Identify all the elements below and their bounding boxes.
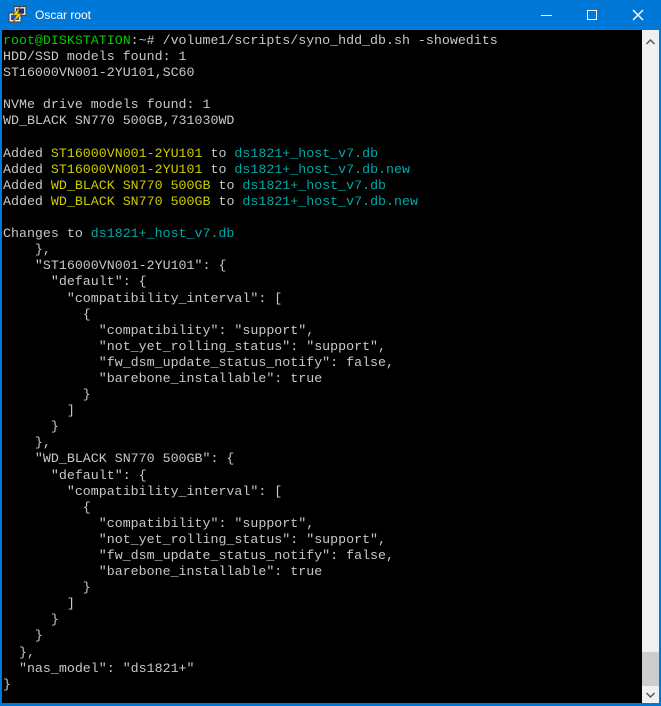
terminal-output[interactable]: root@DISKSTATION:~# /volume1/scripts/syn… bbox=[2, 30, 642, 703]
scrollbar-thumb[interactable] bbox=[642, 652, 659, 686]
terminal-line: "fw_dsm_update_status_notify": false, bbox=[3, 355, 642, 371]
terminal-line: "barebone_installable": true bbox=[3, 371, 642, 387]
terminal-line bbox=[3, 81, 642, 97]
terminal-line: }, bbox=[3, 435, 642, 451]
terminal-line: } bbox=[3, 419, 642, 435]
terminal-line: "ST16000VN001-2YU101": { bbox=[3, 258, 642, 274]
terminal-line: "compatibility": "support", bbox=[3, 516, 642, 532]
terminal-line: } bbox=[3, 677, 642, 693]
terminal-line: Added WD_BLACK SN770 500GB to ds1821+_ho… bbox=[3, 194, 642, 210]
terminal-line: ] bbox=[3, 403, 642, 419]
terminal-line bbox=[3, 130, 642, 146]
terminal-line: } bbox=[3, 580, 642, 596]
terminal-line bbox=[3, 210, 642, 226]
terminal-line: "compatibility_interval": [ bbox=[3, 484, 642, 500]
terminal-line: Added ST16000VN001-2YU101 to ds1821+_hos… bbox=[3, 146, 642, 162]
putty-window: Oscar root root@DISKSTATION:~# /volume1/… bbox=[0, 0, 661, 706]
terminal-line: HDD/SSD models found: 1 bbox=[3, 49, 642, 65]
terminal-line: }, bbox=[3, 242, 642, 258]
chevron-up-icon bbox=[646, 39, 655, 45]
chevron-down-icon bbox=[646, 692, 655, 698]
putty-app-icon[interactable] bbox=[8, 5, 28, 25]
close-icon bbox=[632, 9, 644, 21]
terminal-line: Changes to ds1821+_host_v7.db bbox=[3, 226, 642, 242]
terminal-line: "not_yet_rolling_status": "support", bbox=[3, 339, 642, 355]
terminal-line: "compatibility_interval": [ bbox=[3, 291, 642, 307]
maximize-icon bbox=[587, 10, 597, 20]
titlebar[interactable]: Oscar root bbox=[0, 0, 661, 30]
terminal-line: }, bbox=[3, 645, 642, 661]
terminal-line: root@DISKSTATION:~# /volume1/scripts/syn… bbox=[3, 33, 642, 49]
terminal-line: "barebone_installable": true bbox=[3, 564, 642, 580]
terminal-line: "nas_model": "ds1821+" bbox=[3, 661, 642, 677]
terminal-line: "not_yet_rolling_status": "support", bbox=[3, 532, 642, 548]
terminal-line: ST16000VN001-2YU101,SC60 bbox=[3, 65, 642, 81]
putty-icon bbox=[8, 5, 28, 25]
terminal-line: Added ST16000VN001-2YU101 to ds1821+_hos… bbox=[3, 162, 642, 178]
terminal-line: "default": { bbox=[3, 274, 642, 290]
terminal-line: { bbox=[3, 500, 642, 516]
scroll-up-button[interactable] bbox=[642, 33, 659, 50]
terminal-line: NVMe drive models found: 1 bbox=[3, 97, 642, 113]
scroll-down-button[interactable] bbox=[642, 686, 659, 703]
scrollbar[interactable] bbox=[642, 30, 659, 703]
close-button[interactable] bbox=[615, 0, 661, 30]
terminal-line: { bbox=[3, 307, 642, 323]
terminal-line: ] bbox=[3, 596, 642, 612]
maximize-button[interactable] bbox=[569, 0, 615, 30]
minimize-button[interactable] bbox=[523, 0, 569, 30]
minimize-icon bbox=[541, 15, 552, 16]
window-title: Oscar root bbox=[35, 8, 91, 22]
terminal-line: "fw_dsm_update_status_notify": false, bbox=[3, 548, 642, 564]
terminal-line: Added WD_BLACK SN770 500GB to ds1821+_ho… bbox=[3, 178, 642, 194]
terminal-line: } bbox=[3, 628, 642, 644]
terminal-line: WD_BLACK SN770 500GB,731030WD bbox=[3, 113, 642, 129]
terminal-line: } bbox=[3, 387, 642, 403]
terminal-line: "compatibility": "support", bbox=[3, 323, 642, 339]
terminal-line: "default": { bbox=[3, 468, 642, 484]
terminal-line: } bbox=[3, 612, 642, 628]
window-body: root@DISKSTATION:~# /volume1/scripts/syn… bbox=[2, 30, 659, 703]
terminal-line: "WD_BLACK SN770 500GB": { bbox=[3, 451, 642, 467]
